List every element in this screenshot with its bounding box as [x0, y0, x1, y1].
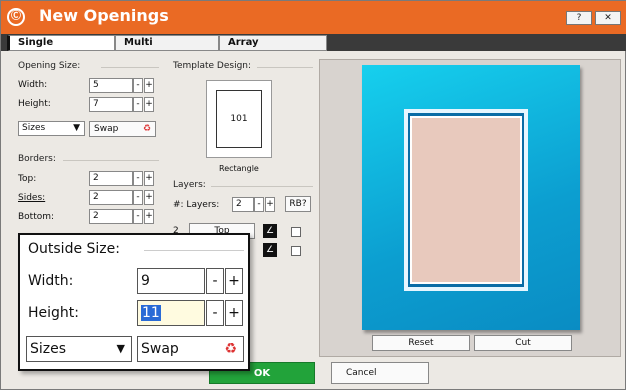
swap-label: Swap: [94, 124, 119, 134]
help-icon[interactable]: ?: [566, 11, 592, 25]
opening-size-heading: Opening Size:: [18, 61, 81, 71]
outside-width-minus[interactable]: -: [206, 268, 224, 294]
outside-width-plus[interactable]: +: [225, 268, 243, 294]
cancel-button[interactable]: Cancel: [331, 362, 429, 384]
template-name: Rectangle: [219, 164, 259, 173]
tab-bar: Single Multi Array: [1, 34, 626, 51]
border-bottom-minus[interactable]: -: [133, 209, 143, 224]
tab-array[interactable]: Array: [219, 35, 327, 51]
outside-height-label: Height:: [28, 305, 79, 321]
opening-width-plus[interactable]: +: [144, 78, 154, 93]
outside-size-heading: Outside Size:: [28, 241, 120, 257]
opening-width-minus[interactable]: -: [133, 78, 143, 93]
border-sides-plus[interactable]: +: [144, 190, 154, 205]
layers-plus[interactable]: +: [265, 197, 275, 212]
outside-height-minus[interactable]: -: [206, 300, 224, 326]
opening-height-minus[interactable]: -: [133, 97, 143, 112]
pen-icon[interactable]: ∠: [263, 243, 277, 257]
layers-heading: Layers:: [173, 180, 206, 190]
border-top-minus[interactable]: -: [133, 171, 143, 186]
template-number: 101: [216, 90, 262, 148]
border-top-plus[interactable]: +: [144, 171, 154, 186]
title-bar: Ⓒ New Openings ? ✕: [1, 1, 626, 34]
divider: [257, 67, 313, 68]
layer-checkbox[interactable]: [291, 227, 301, 237]
tab-single[interactable]: Single: [7, 35, 115, 51]
opening-width-input[interactable]: 5: [89, 78, 133, 93]
chevron-down-icon: ▼: [116, 342, 125, 355]
outside-sizes-dropdown[interactable]: Sizes ▼: [26, 336, 132, 362]
swap-button[interactable]: Swap ♻: [89, 121, 156, 137]
outside-height-value: 11: [141, 305, 161, 321]
opening-height-label: Height:: [18, 99, 51, 109]
border-sides-input[interactable]: 2: [89, 190, 133, 205]
outside-swap-button[interactable]: Swap ♻: [137, 336, 244, 362]
opening-height-input[interactable]: 7: [89, 97, 133, 112]
outside-sizes-label: Sizes: [30, 341, 67, 357]
border-sides-label[interactable]: Sides:: [18, 193, 45, 203]
chevron-down-icon: ▼: [73, 123, 80, 133]
border-bottom-input[interactable]: 2: [89, 209, 133, 224]
border-sides-minus[interactable]: -: [133, 190, 143, 205]
borders-heading: Borders:: [18, 154, 56, 164]
close-icon[interactable]: ✕: [595, 11, 621, 25]
outside-swap-label: Swap: [141, 341, 179, 357]
layers-minus[interactable]: -: [254, 197, 264, 212]
cut-button[interactable]: Cut: [474, 335, 572, 351]
swap-icon: ♻: [224, 341, 237, 357]
divider: [144, 250, 244, 251]
template-design-heading: Template Design:: [173, 61, 252, 71]
window-title: New Openings: [39, 6, 169, 25]
border-bottom-plus[interactable]: +: [144, 209, 154, 224]
rb-button[interactable]: RB?: [285, 196, 311, 212]
border-top-input[interactable]: 2: [89, 171, 133, 186]
layers-count-label: #: Layers:: [173, 200, 220, 210]
outside-height-input[interactable]: 11: [137, 300, 205, 326]
divider: [63, 160, 159, 161]
sizes-dropdown[interactable]: Sizes ▼: [18, 121, 85, 136]
pen-icon[interactable]: ∠: [263, 224, 277, 238]
opening-height-plus[interactable]: +: [144, 97, 154, 112]
outside-size-zoom: Outside Size: Width: 9 - + Height: 11 - …: [18, 233, 250, 371]
tab-multi[interactable]: Multi: [115, 35, 219, 51]
opening-preview: [409, 115, 523, 285]
sizes-label: Sizes: [22, 123, 46, 133]
reset-button[interactable]: Reset: [372, 335, 470, 351]
border-top-label: Top:: [18, 174, 37, 184]
swap-icon: ♻: [142, 124, 151, 134]
opening-width-label: Width:: [18, 80, 48, 90]
layer-checkbox[interactable]: [291, 246, 301, 256]
border-bottom-label: Bottom:: [18, 212, 55, 222]
layers-count-input[interactable]: 2: [232, 197, 254, 212]
outside-width-label: Width:: [28, 273, 74, 289]
outside-height-plus[interactable]: +: [225, 300, 243, 326]
divider: [211, 186, 313, 187]
outside-width-input[interactable]: 9: [137, 268, 205, 294]
divider: [101, 67, 159, 68]
app-logo-icon: Ⓒ: [7, 8, 25, 26]
template-thumbnail[interactable]: 101: [206, 80, 272, 158]
